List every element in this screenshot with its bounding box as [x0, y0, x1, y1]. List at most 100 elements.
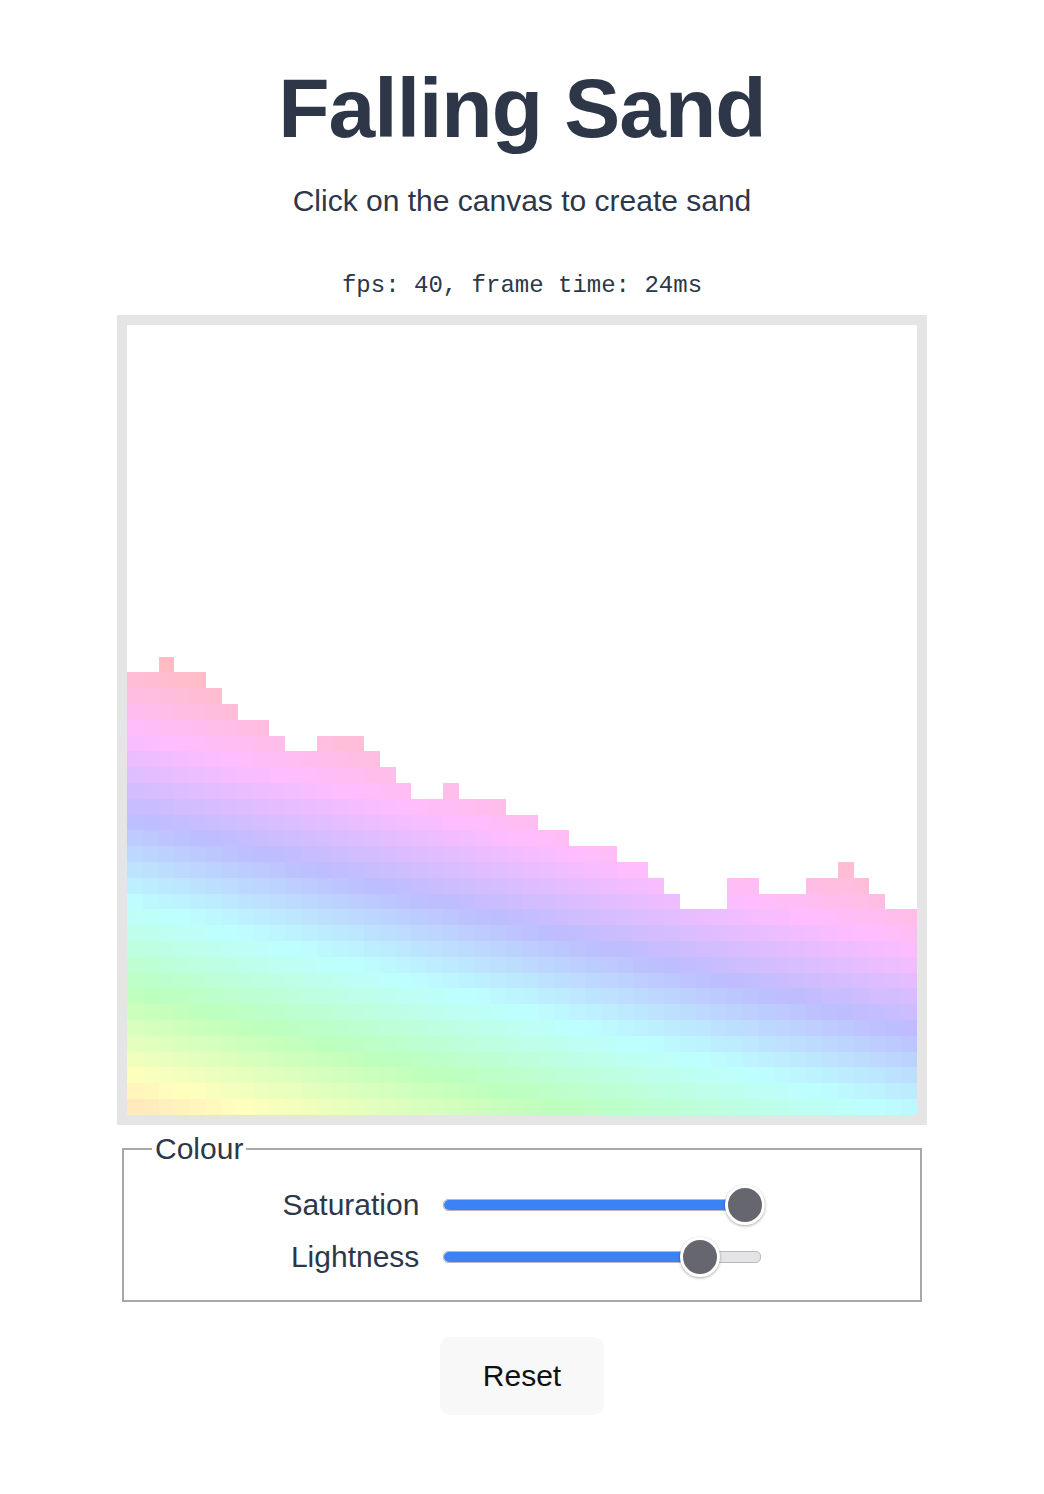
sand-grain [664, 1083, 680, 1099]
sand-grain [238, 1083, 254, 1099]
sand-grain [822, 894, 838, 910]
slider[interactable] [443, 1199, 761, 1211]
sand-column [332, 325, 348, 1115]
sand-grain [522, 1067, 538, 1083]
sand-grain [743, 1004, 759, 1020]
sand-grain [301, 973, 317, 989]
sand-grain [190, 830, 206, 846]
sand-grain [159, 672, 175, 688]
sand-grain [569, 988, 585, 1004]
sand-grain [301, 767, 317, 783]
sand-grain [127, 815, 143, 831]
sand-grain [554, 894, 570, 910]
slider-grid: SaturationLightness [283, 1187, 762, 1275]
sand-grain [380, 878, 396, 894]
sand-grain [617, 988, 633, 1004]
sand-grain [727, 925, 743, 941]
sand-grain [396, 1004, 412, 1020]
sand-grain [443, 988, 459, 1004]
sand-grain [664, 1020, 680, 1036]
sand-grain [317, 1083, 333, 1099]
sand-grain [285, 878, 301, 894]
sand-grain [285, 846, 301, 862]
sand-grain [459, 1083, 475, 1099]
sand-grain [174, 862, 190, 878]
sand-grain [174, 1083, 190, 1099]
sand-grain [396, 988, 412, 1004]
sand-grain [269, 1099, 285, 1115]
sand-grain [411, 815, 427, 831]
sand-grain [190, 672, 206, 688]
sand-grain [222, 909, 238, 925]
sand-grain [238, 878, 254, 894]
sand-grain [380, 830, 396, 846]
sand-grain [522, 941, 538, 957]
sand-grain [253, 925, 269, 941]
sand-grain [396, 783, 412, 799]
sand-grain [143, 1099, 159, 1115]
sand-grain [269, 815, 285, 831]
sand-grain [127, 799, 143, 815]
sand-grain [806, 941, 822, 957]
sand-grain [585, 1052, 601, 1068]
sand-canvas[interactable] [117, 315, 927, 1125]
sand-grain [411, 957, 427, 973]
sand-grain [822, 925, 838, 941]
sand-grain [490, 1036, 506, 1052]
sand-grain [838, 957, 854, 973]
sand-grain [238, 830, 254, 846]
sand-grain [459, 862, 475, 878]
reset-button[interactable]: Reset [440, 1337, 604, 1415]
sand-grain [790, 1004, 806, 1020]
sand-grain [854, 988, 870, 1004]
slider[interactable] [443, 1251, 761, 1263]
sand-grain [680, 973, 696, 989]
sand-grain [190, 1052, 206, 1068]
sand-grain [190, 720, 206, 736]
sand-grain [838, 973, 854, 989]
sand-grain [633, 1067, 649, 1083]
slider-thumb[interactable] [680, 1237, 720, 1277]
sand-grain [222, 894, 238, 910]
sand-grain [617, 1067, 633, 1083]
sand-grain [522, 862, 538, 878]
sand-grain [475, 941, 491, 957]
slider-label: Saturation [283, 1187, 420, 1223]
sand-grain [522, 878, 538, 894]
sand-grain [364, 973, 380, 989]
sand-grain [253, 783, 269, 799]
sand-grain [822, 1036, 838, 1052]
sand-grain [332, 830, 348, 846]
sand-grain [190, 1004, 206, 1020]
sand-grain [775, 1052, 791, 1068]
sand-grain [554, 862, 570, 878]
sand-grain [585, 909, 601, 925]
sand-grain [301, 1083, 317, 1099]
sand-grain [206, 799, 222, 815]
sand-grain [285, 830, 301, 846]
sand-grain [759, 1036, 775, 1052]
sand-column [269, 325, 285, 1115]
sand-grain [380, 1052, 396, 1068]
sand-grain [585, 1020, 601, 1036]
sand-grain [727, 973, 743, 989]
sand-grain [332, 767, 348, 783]
sand-column [680, 325, 696, 1115]
sand-column [664, 325, 680, 1115]
sand-grain [411, 894, 427, 910]
sand-grain [301, 815, 317, 831]
slider-thumb[interactable] [725, 1185, 765, 1225]
sand-grain [617, 862, 633, 878]
sand-grain [159, 846, 175, 862]
sand-grain [838, 1083, 854, 1099]
sand-grain [790, 1067, 806, 1083]
sand-grain [238, 1052, 254, 1068]
sand-grain [143, 909, 159, 925]
sand-grain [174, 973, 190, 989]
sand-grain [190, 1083, 206, 1099]
sand-grain [506, 846, 522, 862]
sand-grain [174, 767, 190, 783]
sand-grain [885, 957, 901, 973]
sand-grain [901, 1099, 917, 1115]
sand-grain [206, 1004, 222, 1020]
